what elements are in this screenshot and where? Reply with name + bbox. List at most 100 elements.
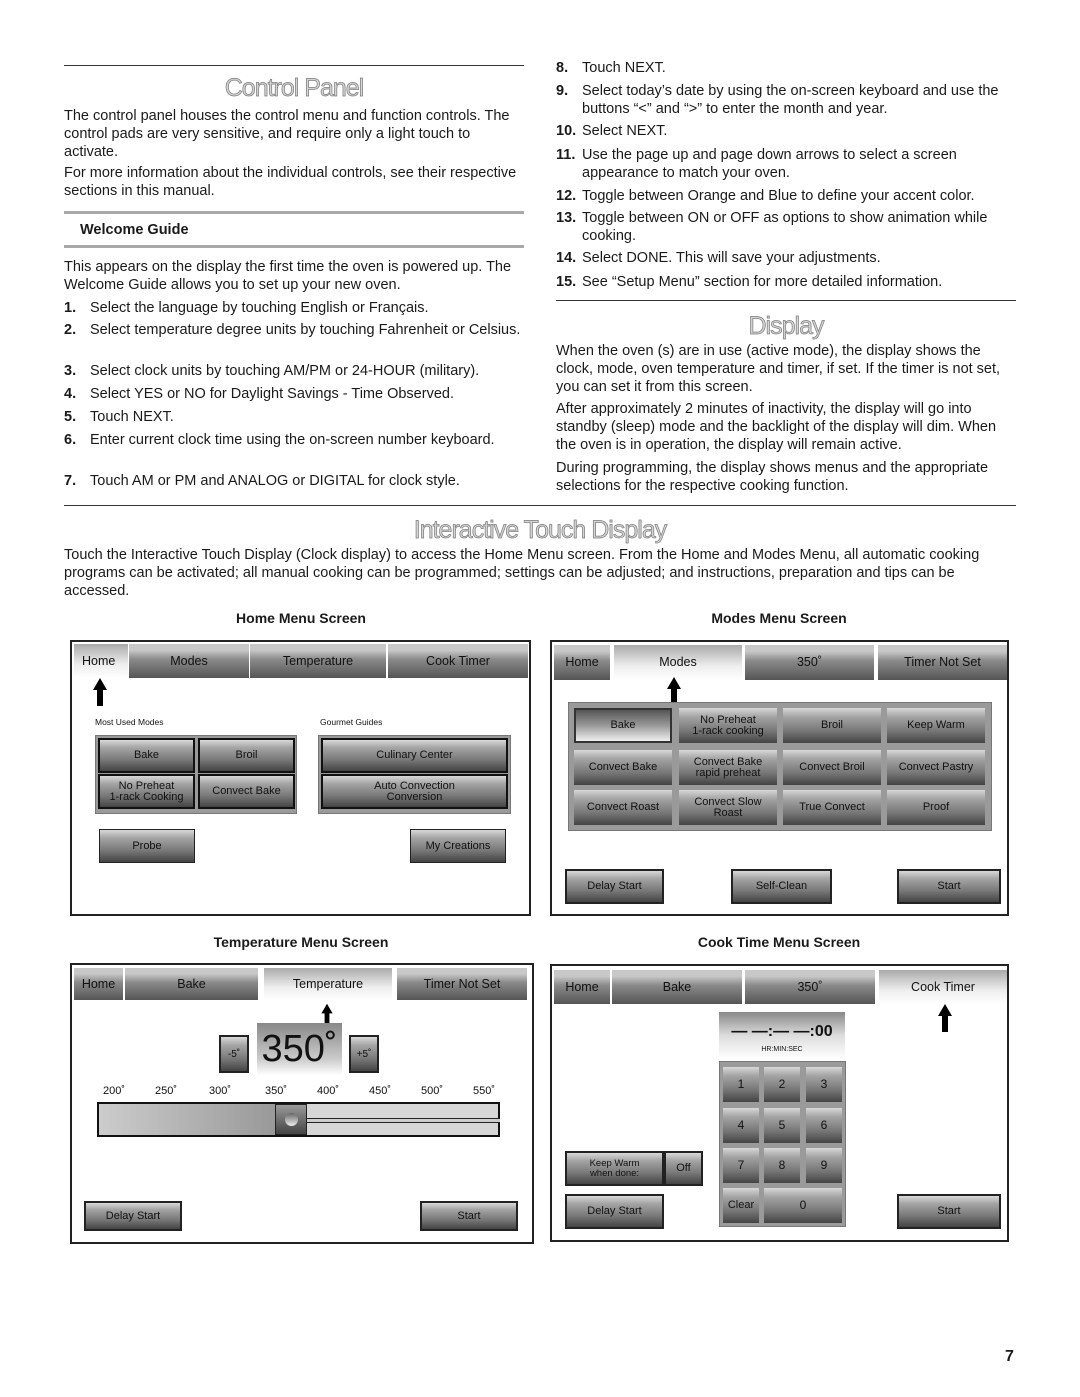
tab-bake[interactable]: Bake xyxy=(612,970,742,1004)
list-number: 4. xyxy=(64,386,77,402)
tab-timer-not-set[interactable]: Timer Not Set xyxy=(397,968,527,1000)
caption-home-menu-screen: Home Menu Screen xyxy=(236,610,366,626)
list-text: Select clock units by touching AM/PM or … xyxy=(90,363,480,379)
tab-bake[interactable]: Bake xyxy=(125,968,258,1000)
mode-button[interactable]: Convect Slow Roast xyxy=(679,790,777,825)
subheading-welcome-guide: Welcome Guide xyxy=(80,222,189,238)
paragraph: Touch the Interactive Touch Display (Clo… xyxy=(64,547,980,599)
mode-button[interactable]: Convect Bake xyxy=(574,750,672,785)
keypad-key-4[interactable]: 4 xyxy=(723,1108,759,1143)
tab-modes[interactable]: Modes xyxy=(614,645,742,680)
scale-label: 250˚ xyxy=(154,1084,178,1097)
list-item: 12. Toggle between Orange and Blue to def… xyxy=(556,187,1020,205)
list-text: Touch NEXT. xyxy=(90,409,174,425)
tab-cook-timer[interactable]: Cook Timer xyxy=(879,970,1007,1004)
delay-start-button[interactable]: Delay Start xyxy=(565,1194,664,1229)
list-text: Select temperature degree units by touch… xyxy=(90,322,521,338)
list-text: Touch NEXT. xyxy=(582,60,666,76)
scale-label: 500˚ xyxy=(420,1084,444,1097)
decrease-temperature-button[interactable]: -5˚ xyxy=(219,1035,249,1073)
start-button[interactable]: Start xyxy=(420,1201,518,1231)
list-text: Select today’s date by using the on-scre… xyxy=(582,83,999,117)
mode-button[interactable]: No Preheat 1-rack Cooking xyxy=(98,774,195,809)
keypad-key-0[interactable]: 0 xyxy=(764,1188,842,1223)
tab-temperature[interactable]: Temperature xyxy=(250,644,386,678)
scale-label: 550˚ xyxy=(472,1084,496,1097)
tab-cook-timer[interactable]: Cook Timer xyxy=(388,644,528,678)
up-arrow-icon xyxy=(938,1004,952,1032)
probe-button[interactable]: Probe xyxy=(99,829,195,863)
tab-timer-not-set[interactable]: Timer Not Set xyxy=(878,645,1007,680)
tab-home[interactable]: Home xyxy=(554,645,610,680)
list-text: See “Setup Menu” section for more detail… xyxy=(582,274,943,290)
tab-modes[interactable]: Modes xyxy=(129,644,249,678)
delay-start-button[interactable]: Delay Start xyxy=(565,869,664,904)
mode-button[interactable]: Broil xyxy=(198,738,295,773)
start-button[interactable]: Start xyxy=(897,869,1001,904)
section-title-control-panel: Control Panel xyxy=(224,74,364,103)
slider-thumb[interactable] xyxy=(275,1104,307,1135)
mode-button[interactable]: Bake xyxy=(574,708,672,743)
mode-button[interactable]: No Preheat 1-rack cooking xyxy=(679,708,777,743)
tab-350-[interactable]: 350˚ xyxy=(745,645,874,680)
paragraph: This appears on the display the first ti… xyxy=(64,259,512,293)
paragraph: During programming, the display shows me… xyxy=(556,460,989,494)
increase-temperature-button[interactable]: +5˚ xyxy=(349,1035,379,1073)
keypad-key-6[interactable]: 6 xyxy=(806,1108,842,1143)
mode-button[interactable]: True Convect xyxy=(783,790,881,825)
list-number: 5. xyxy=(64,409,77,425)
modes-menu-screen: Home Modes 350˚ Timer Not Set Bake No Preheat… xyxy=(550,640,1009,916)
list-item: 14. Select DONE. This will save your adju… xyxy=(556,249,1020,267)
mode-button[interactable]: Convect Bake rapid preheat xyxy=(679,750,777,785)
keypad-key-clear[interactable]: Clear xyxy=(723,1188,759,1223)
keypad-key-5[interactable]: 5 xyxy=(764,1108,800,1143)
list-text: Enter current clock time using the on-sc… xyxy=(90,432,495,448)
temperature-slider[interactable] xyxy=(97,1102,500,1137)
list-number: 13. xyxy=(556,210,577,226)
scale-label: 300˚ xyxy=(208,1084,232,1097)
most-used-modes-label: Most Used Modes xyxy=(95,716,164,727)
keypad-key-2[interactable]: 2 xyxy=(764,1067,800,1102)
tab-home[interactable]: Home xyxy=(74,644,128,678)
mode-button[interactable]: Proof xyxy=(887,790,985,825)
list-text: Select DONE. This will save your adjustm… xyxy=(582,250,881,266)
gourmet-guide-button[interactable]: Culinary Center xyxy=(321,738,508,773)
keypad-key-8[interactable]: 8 xyxy=(764,1148,800,1183)
delay-start-button[interactable]: Delay Start xyxy=(84,1201,182,1231)
list-number: 10. xyxy=(556,123,577,139)
gourmet-guide-button[interactable]: Auto Convection Conversion xyxy=(321,774,508,809)
tab-home[interactable]: Home xyxy=(74,968,123,1000)
section-title-interactive-touch-display: Interactive Touch Display xyxy=(413,516,667,545)
scale-label: 400˚ xyxy=(316,1084,340,1097)
slider-fill xyxy=(99,1104,275,1135)
keep-warm-button[interactable]: Keep Warm when done: xyxy=(565,1151,664,1186)
list-number: 15. xyxy=(556,274,577,290)
keypad-key-1[interactable]: 1 xyxy=(723,1067,759,1102)
start-button[interactable]: Start xyxy=(897,1194,1001,1229)
paragraph: For more information about the individua… xyxy=(64,165,517,199)
scale-label: 350˚ xyxy=(264,1084,288,1097)
mode-button[interactable]: Keep Warm xyxy=(887,708,985,743)
mode-button[interactable]: Convect Broil xyxy=(783,750,881,785)
tab-temperature[interactable]: Temperature xyxy=(264,968,392,1000)
list-item: 7. Touch AM or PM and ANALOG or DIGITAL f… xyxy=(64,472,528,490)
paragraph: After approximately 2 minutes of inactiv… xyxy=(556,401,997,453)
keep-warm-toggle[interactable]: Off xyxy=(664,1151,703,1186)
mode-button[interactable]: Broil xyxy=(783,708,881,743)
mode-button[interactable]: Bake xyxy=(98,738,195,773)
slider-track xyxy=(275,1118,500,1123)
paragraph: When the oven (s) are in use (active mod… xyxy=(556,343,1001,395)
caption-cook-time-menu-screen: Cook Time Menu Screen xyxy=(697,934,861,950)
keypad-key-3[interactable]: 3 xyxy=(806,1067,842,1102)
mode-button[interactable]: Convect Pastry xyxy=(887,750,985,785)
keypad-key-7[interactable]: 7 xyxy=(723,1148,759,1183)
keypad-key-9[interactable]: 9 xyxy=(806,1148,842,1183)
mode-button[interactable]: Convect Bake xyxy=(198,774,295,809)
mode-button[interactable]: Convect Roast xyxy=(574,790,672,825)
list-number: 11. xyxy=(556,147,576,163)
list-text: Toggle between ON or OFF as options to s… xyxy=(582,210,988,244)
tab-350-[interactable]: 350˚ xyxy=(745,970,875,1004)
self-clean-button[interactable]: Self-Clean xyxy=(731,869,832,904)
my-creations-button[interactable]: My Creations xyxy=(410,829,506,863)
tab-home[interactable]: Home xyxy=(554,970,610,1004)
